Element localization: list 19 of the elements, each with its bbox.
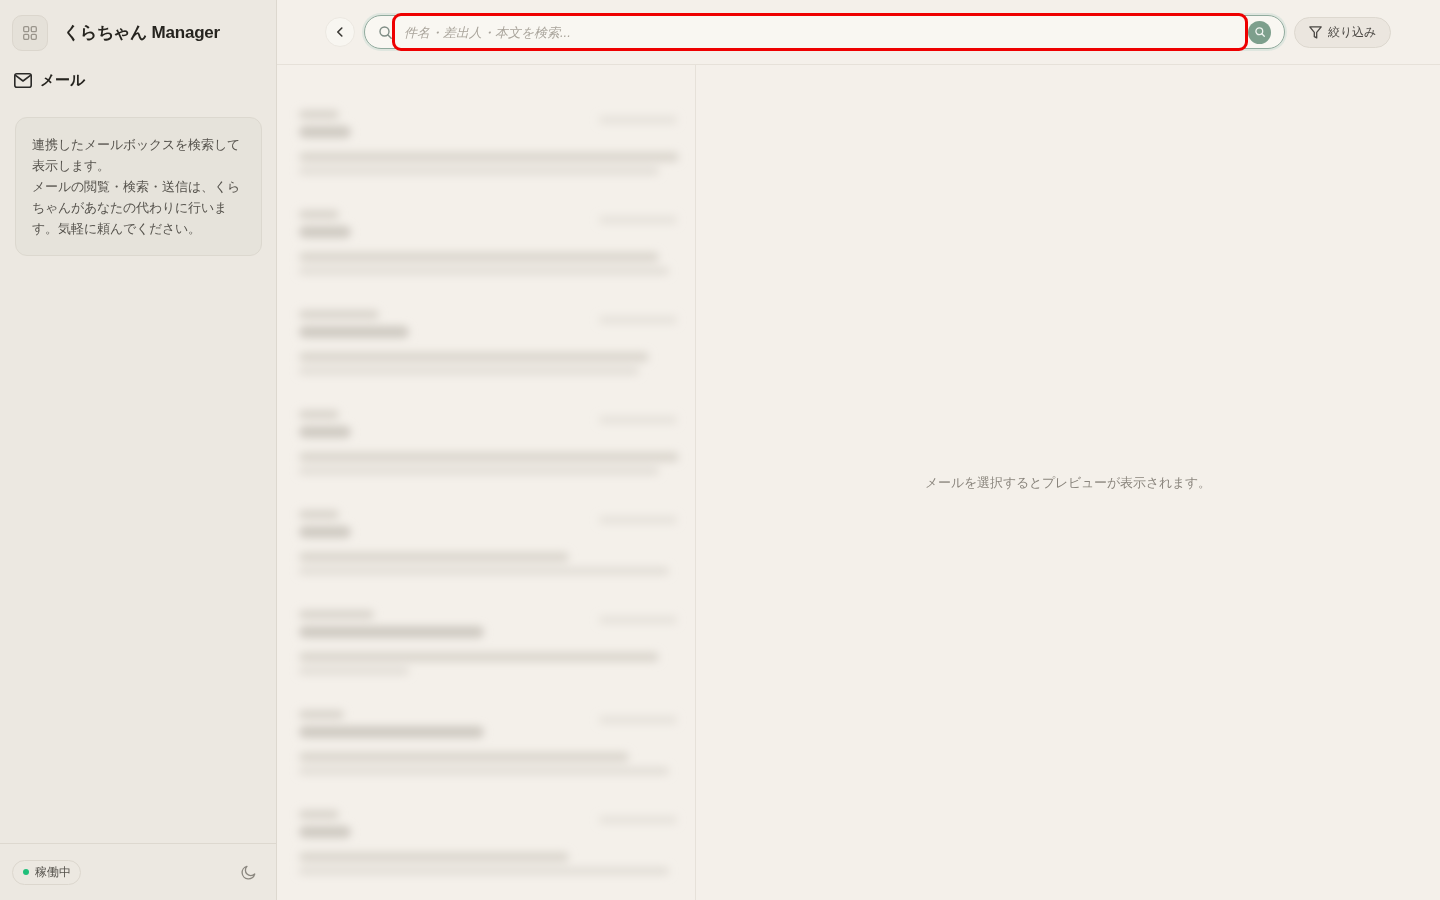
theme-toggle-button[interactable] bbox=[241, 864, 256, 880]
search-bar[interactable]: 件名・差出人・本文を検索... bbox=[364, 15, 1285, 49]
mail-icon bbox=[14, 72, 32, 88]
funnel-icon bbox=[1309, 25, 1322, 39]
info-text: 連携したメールボックスを検索して表示します。 bbox=[32, 135, 241, 175]
search-icon bbox=[379, 25, 392, 39]
collapse-button[interactable] bbox=[325, 17, 355, 47]
filter-button[interactable]: 絞り込み bbox=[1294, 16, 1391, 48]
app-title: くらちゃん Manager bbox=[63, 22, 221, 45]
apps-button[interactable] bbox=[12, 15, 48, 51]
grid-icon bbox=[23, 26, 37, 40]
status-text: 稼働中 bbox=[35, 864, 71, 881]
chevron-left-icon bbox=[335, 27, 345, 37]
moon-icon bbox=[241, 864, 256, 880]
section-title: メール bbox=[40, 70, 85, 90]
search-icon bbox=[1254, 27, 1265, 37]
info-text: メールの閲覧・検索・送信は、くらちゃんがあなたの代わりに行います。気軽に頼んでください。 bbox=[32, 177, 241, 238]
search-submit-button[interactable] bbox=[1248, 20, 1271, 44]
empty-preview-text: メールを選択するとプレビューが表示されます。 bbox=[925, 473, 1211, 492]
